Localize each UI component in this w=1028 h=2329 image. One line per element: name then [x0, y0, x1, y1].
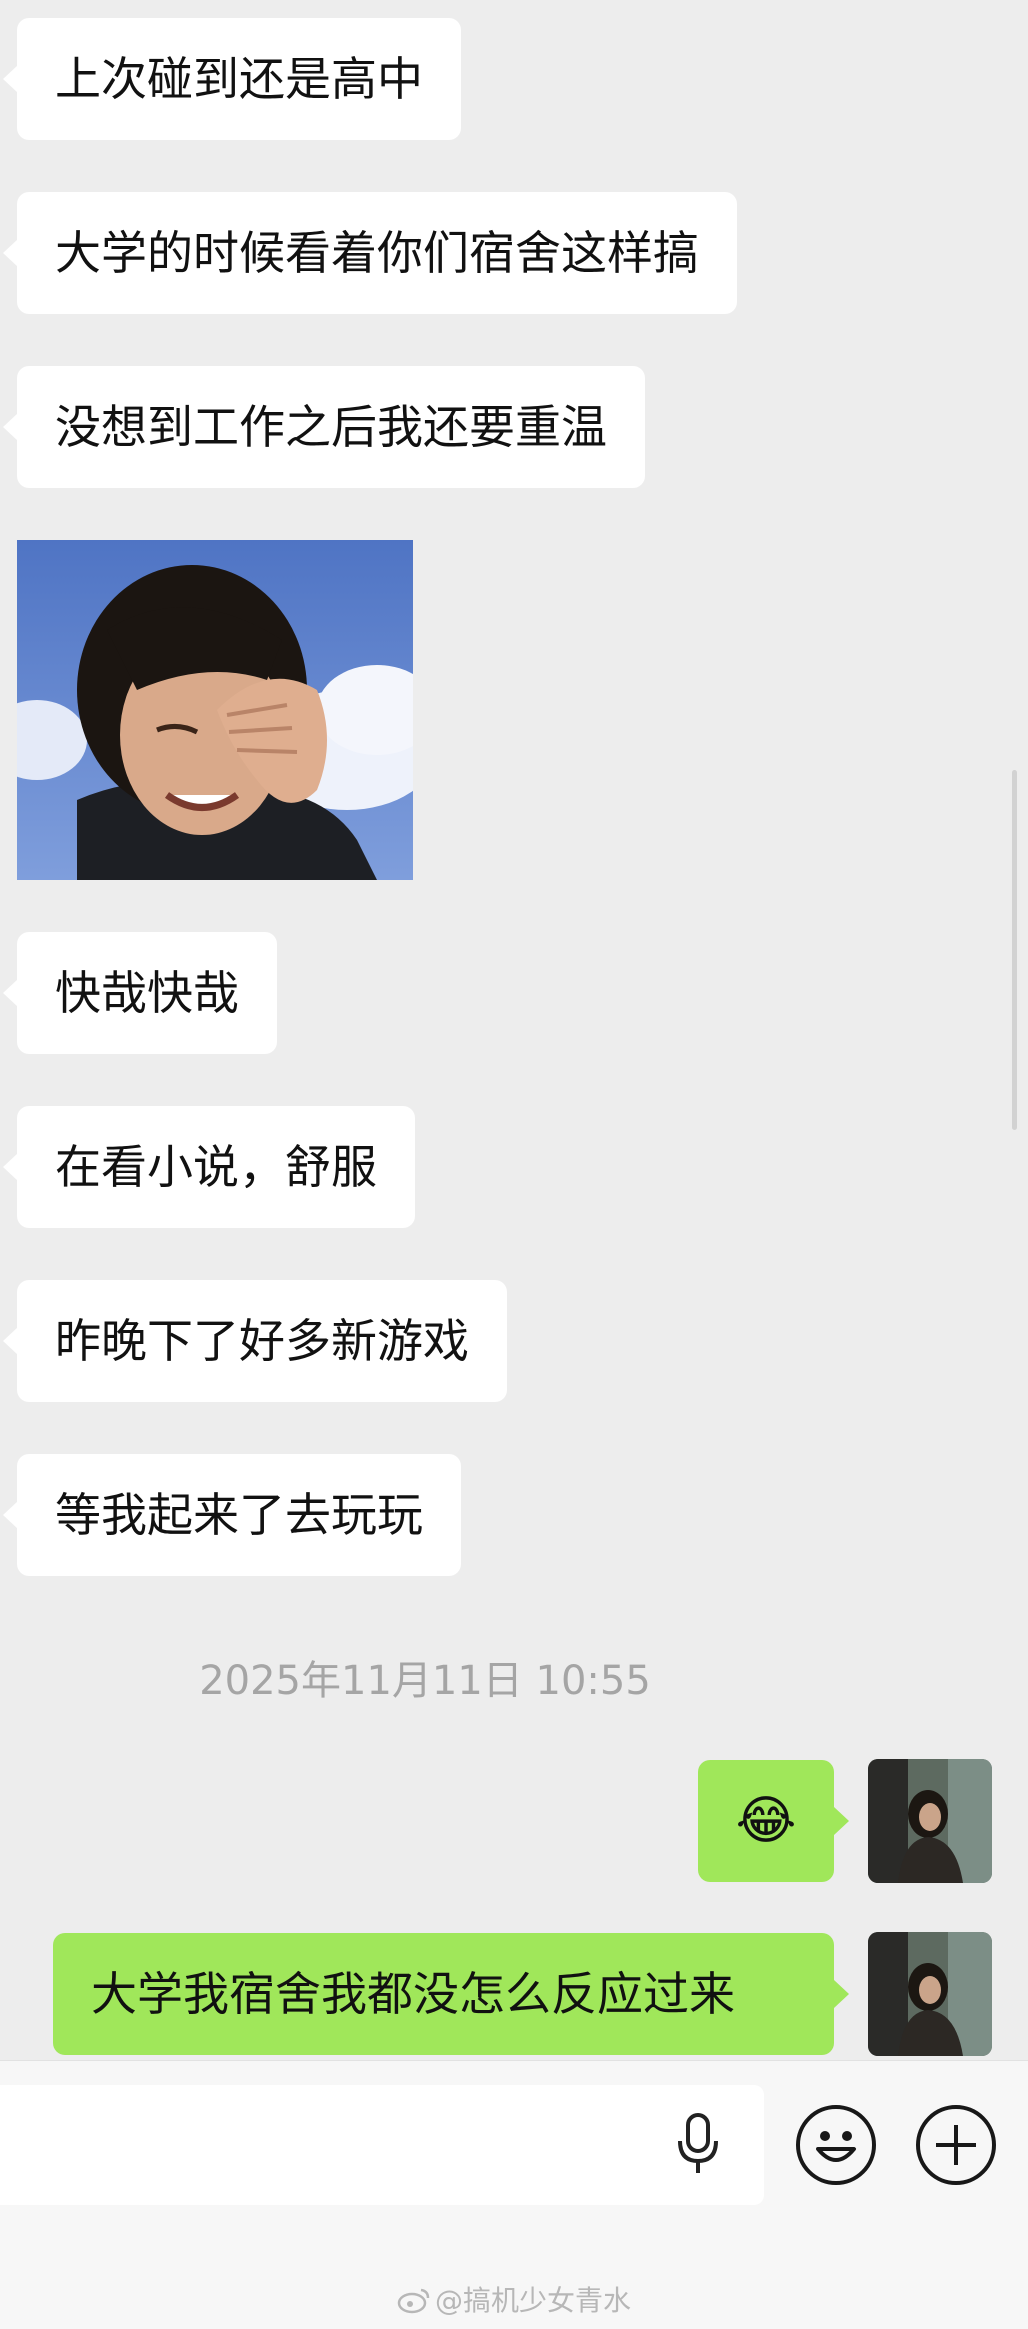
sticker-facepalm-laugh — [17, 540, 413, 880]
avatar-photo — [868, 1932, 992, 2056]
avatar[interactable] — [868, 1759, 992, 1883]
received-message[interactable]: 上次碰到还是高中 — [3, 18, 461, 140]
chat-area[interactable]: 上次碰到还是高中 大学的时候看着你们宿舍这样搞 没想到工作之后我还要重温 快哉快… — [0, 0, 1028, 2060]
emoji-button[interactable] — [796, 2105, 876, 2185]
avatar[interactable] — [868, 1932, 992, 2056]
smiley-icon — [816, 2131, 856, 2162]
facepalm-laugh-emoji-icon: 😂 — [735, 1791, 797, 1851]
received-message[interactable]: 没想到工作之后我还要重温 — [3, 366, 645, 488]
more-options-button[interactable] — [916, 2105, 996, 2185]
sent-emoji-message[interactable]: 😂 — [698, 1760, 849, 1882]
sent-message[interactable]: 大学我宿舍我都没怎么反应过来 — [53, 1933, 849, 2055]
message-input[interactable] — [0, 2085, 764, 2205]
avatar-photo — [868, 1759, 992, 1883]
message-timestamp: 2025年11月11日 10:55 — [199, 1658, 651, 1704]
received-message[interactable]: 在看小说，舒服 — [3, 1106, 415, 1228]
input-bar: @搞机少女青水 — [0, 2060, 1028, 2329]
received-message[interactable]: 大学的时候看着你们宿舍这样搞 — [3, 192, 737, 314]
received-message[interactable]: 快哉快哉 — [3, 932, 277, 1054]
weibo-logo-icon — [397, 2286, 431, 2321]
received-message[interactable]: 昨晚下了好多新游戏 — [3, 1280, 507, 1402]
received-message[interactable]: 等我起来了去玩玩 — [3, 1454, 461, 1576]
microphone-icon[interactable] — [676, 2113, 720, 2181]
scrollbar[interactable] — [1012, 770, 1017, 1130]
sticker-image[interactable] — [17, 540, 413, 880]
plus-icon — [936, 2125, 976, 2165]
watermark-text: @搞机少女青水 — [434, 2284, 631, 2317]
watermark: @搞机少女青水 — [0, 2279, 1028, 2321]
